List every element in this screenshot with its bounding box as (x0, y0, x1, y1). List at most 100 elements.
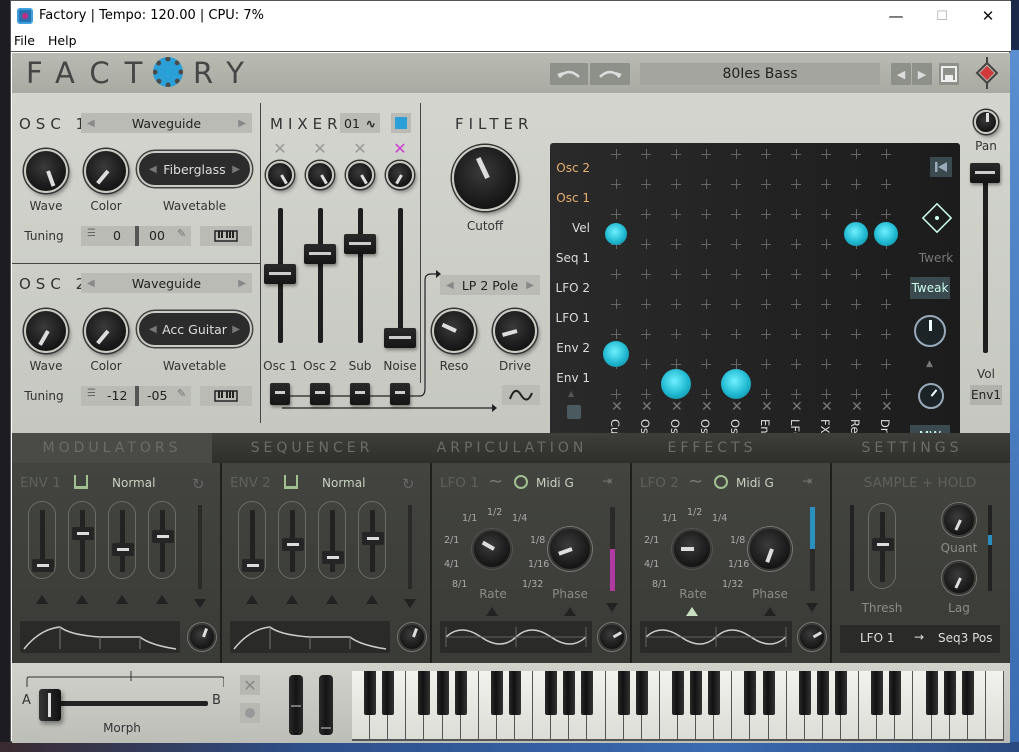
matrix-grid-cross[interactable] (851, 269, 861, 279)
twerk-xy-pad-icon[interactable] (920, 201, 954, 235)
mod-target-arrow-icon[interactable] (36, 595, 48, 604)
matrix-grid-cross[interactable] (821, 269, 831, 279)
piano-black-key[interactable] (364, 671, 377, 715)
matrix-grid-cross[interactable] (641, 149, 651, 159)
osc1-keytrack-button[interactable] (200, 226, 252, 246)
menu-help[interactable]: Help (48, 33, 77, 48)
wavetable-prev-icon[interactable]: ◀ (149, 324, 157, 335)
preset-next-button[interactable]: ▶ (912, 63, 932, 85)
matrix-grid-cross[interactable] (851, 389, 861, 399)
osc1-color-knob[interactable] (84, 149, 128, 193)
filter-cutoff-knob[interactable] (452, 145, 518, 211)
matrix-grid-cross[interactable] (881, 209, 891, 219)
piano-black-key[interactable] (635, 671, 648, 715)
env-stage-slider[interactable] (238, 501, 266, 579)
matrix-grid-cross[interactable] (701, 359, 711, 369)
matrix-grid-cross[interactable] (611, 149, 621, 159)
loop-icon[interactable]: ↻ (402, 475, 415, 493)
matrix-grid-cross[interactable] (641, 269, 651, 279)
matrix-column-clear-icon[interactable]: ✕ (641, 399, 653, 415)
piano-black-key[interactable] (690, 671, 703, 715)
lfo-rate-knob[interactable] (472, 529, 512, 569)
matrix-grid-cross[interactable] (821, 239, 831, 249)
env-stage-slider[interactable] (358, 501, 386, 579)
env-stage-slider[interactable] (318, 501, 346, 579)
matrix-grid-cross[interactable] (821, 389, 831, 399)
mixer-route-toggle[interactable] (310, 383, 330, 405)
env-amount-knob[interactable] (398, 623, 426, 651)
matrix-grid-cross[interactable] (671, 149, 681, 159)
morph-slider-track[interactable] (46, 701, 208, 706)
matrix-grid-cross[interactable] (821, 329, 831, 339)
matrix-grid-cross[interactable] (611, 179, 621, 189)
osc2-color-knob[interactable] (84, 309, 128, 353)
matrix-grid-cross[interactable] (791, 389, 801, 399)
matrix-column-clear-icon[interactable]: ✕ (791, 399, 803, 415)
keytrack-icon[interactable] (284, 475, 298, 489)
lfo-amount-knob[interactable] (798, 623, 826, 651)
matrix-grid-cross[interactable] (881, 329, 891, 339)
matrix-grid-cross[interactable] (881, 149, 891, 159)
matrix-grid-cross[interactable] (671, 209, 681, 219)
piano-black-key[interactable] (835, 671, 847, 715)
matrix-connection-dot[interactable] (660, 368, 692, 400)
matrix-grid-cross[interactable] (881, 299, 891, 309)
mute-x-icon[interactable]: ✕ (312, 139, 328, 158)
mod-wheel[interactable] (319, 675, 333, 735)
filter-reso-knob[interactable] (432, 309, 476, 353)
matrix-grid-cross[interactable] (881, 359, 891, 369)
piano-white-key[interactable] (985, 671, 1004, 739)
mod-target-arrow-icon[interactable] (116, 595, 128, 604)
wave-shape-icon[interactable]: ∼ (688, 471, 703, 492)
osc2-type-selector[interactable]: ◀ Waveguide ▶ (81, 273, 252, 293)
matrix-grid-cross[interactable] (641, 359, 651, 369)
matrix-grid-cross[interactable] (761, 209, 771, 219)
matrix-grid-cross[interactable] (671, 359, 681, 369)
osc2-wave-knob[interactable] (24, 309, 68, 353)
piano-black-key[interactable] (961, 671, 974, 715)
lfo1-sync[interactable]: Midi G (536, 476, 574, 490)
matrix-grid-cross[interactable] (821, 179, 831, 189)
mod-target-arrow-icon[interactable] (326, 595, 338, 604)
mixer-fader-handle[interactable] (304, 244, 336, 265)
mute-x-icon[interactable]: ✕ (352, 139, 368, 158)
matrix-grid-cross[interactable] (821, 149, 831, 159)
osc2-type-prev-icon[interactable]: ◀ (87, 278, 95, 289)
matrix-grid-cross[interactable] (791, 239, 801, 249)
mixer-fader-handle[interactable] (384, 327, 416, 348)
matrix-grid-cross[interactable] (671, 299, 681, 309)
maximize-button[interactable]: ☐ (919, 1, 965, 31)
mixer-color-button[interactable] (391, 113, 411, 133)
mod-target-arrow-icon[interactable] (486, 607, 498, 616)
mod-target-arrow-icon[interactable] (76, 595, 88, 604)
sh-lag-knob[interactable] (942, 561, 976, 595)
mixer-fader-handle[interactable] (264, 263, 296, 284)
matrix-column-clear-icon[interactable]: ✕ (851, 399, 863, 415)
osc1-wavetable-selector[interactable]: ◀ Fiberglass ▶ (137, 151, 252, 187)
matrix-grid-cross[interactable] (761, 359, 771, 369)
pitch-bend-wheel[interactable] (289, 675, 303, 735)
tab-modulators[interactable]: MODULATORS (12, 433, 212, 463)
piano-black-key[interactable] (617, 671, 630, 715)
matrix-grid-cross[interactable] (731, 329, 741, 339)
filter-type-prev-icon[interactable]: ◀ (446, 280, 454, 291)
lfo-phase-knob[interactable] (548, 527, 592, 571)
matrix-reset-button[interactable] (930, 157, 952, 177)
osc1-type-prev-icon[interactable]: ◀ (87, 118, 95, 129)
matrix-grid-cross[interactable] (731, 269, 741, 279)
wave-shape-icon[interactable]: ∼ (488, 471, 503, 492)
matrix-grid-cross[interactable] (701, 179, 711, 189)
matrix-grid-cross[interactable] (701, 239, 711, 249)
mod-target-arrow-icon[interactable] (686, 607, 698, 616)
mixer-fader-handle[interactable] (344, 234, 376, 255)
matrix-grid-cross[interactable] (791, 359, 801, 369)
env-amount-knob[interactable] (188, 623, 216, 651)
preset-prev-button[interactable]: ◀ (891, 63, 911, 85)
matrix-grid-cross[interactable] (641, 179, 651, 189)
piano-black-key[interactable] (545, 671, 558, 715)
env-stage-slider[interactable] (148, 501, 176, 579)
mixer-pan-knob[interactable] (346, 161, 374, 189)
keytrack-icon[interactable] (74, 475, 88, 489)
matrix-grid-cross[interactable] (851, 359, 861, 369)
morph-clear-button[interactable]: ✕ (240, 675, 260, 695)
